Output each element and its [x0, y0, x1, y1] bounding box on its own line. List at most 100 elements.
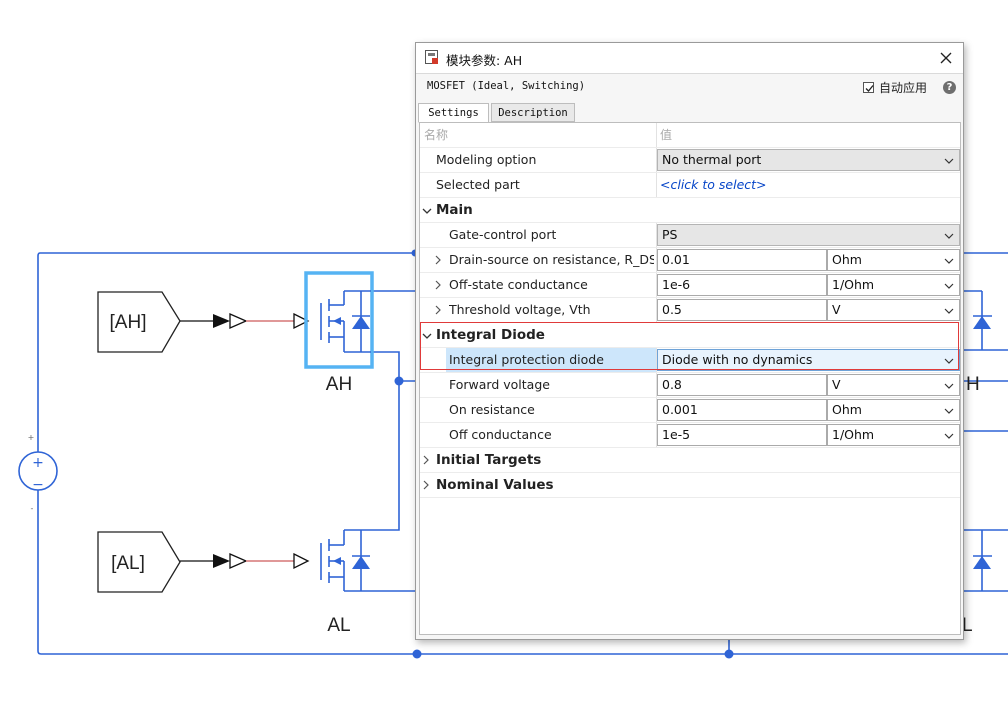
param-row-off-conductance: Off conductance 1e-5 1/Ohm — [420, 423, 960, 448]
threshold-voltage-unit-dropdown[interactable]: V — [827, 299, 960, 321]
off-conductance-input[interactable]: 1e-5 — [657, 424, 827, 446]
help-icon[interactable]: ? — [943, 81, 956, 94]
block-parameters-dialog: 模块参数: AH MOSFET (Ideal, Switching) 自动应用 … — [415, 42, 964, 640]
chevron-right-icon[interactable] — [422, 455, 431, 465]
param-row-gate-control-port: Gate-control port PS — [420, 223, 960, 248]
checkmark-icon — [865, 84, 874, 92]
chevron-down-icon — [944, 308, 954, 314]
off-conductance-unit-dropdown[interactable]: 1/Ohm — [827, 424, 960, 446]
goto-tag-al: [AL] — [111, 553, 145, 574]
param-row-on-resistance: On resistance 0.001 Ohm — [420, 398, 960, 423]
gate-control-port-dropdown[interactable]: PS — [657, 224, 960, 246]
param-label: Gate-control port — [449, 227, 557, 242]
param-row-selected-part: Selected part <click to select> — [420, 173, 960, 198]
param-row-off-state-conductance: Off-state conductance 1e-6 1/Ohm — [420, 273, 960, 298]
param-label: Threshold voltage, Vth — [449, 302, 591, 317]
table-header: 名称 值 — [420, 123, 960, 148]
param-label: Modeling option — [436, 152, 537, 167]
chevron-down-icon — [944, 258, 954, 264]
section-main[interactable]: Main — [420, 198, 960, 223]
param-row-forward-voltage: Forward voltage 0.8 V — [420, 373, 960, 398]
param-label: Integral protection diode — [449, 352, 604, 367]
section-title-initial-targets: Initial Targets — [436, 452, 542, 468]
signal-line-ah[interactable] — [180, 312, 310, 330]
goto-block-al[interactable]: [AL] — [97, 531, 181, 593]
param-row-modeling-option: Modeling option No thermal port — [420, 148, 960, 173]
junction-dot — [412, 649, 422, 659]
chevron-down-icon — [944, 158, 954, 164]
junction-dot — [394, 376, 404, 386]
chevron-down-icon[interactable] — [422, 331, 432, 341]
auto-apply-toggle[interactable]: 自动应用 — [862, 79, 927, 95]
param-label: Off conductance — [449, 427, 552, 442]
block-type-label: MOSFET (Ideal, Switching) — [427, 80, 586, 92]
param-row-drain-source-resistance: Drain-source on resistance, R_DS... 0.01… — [420, 248, 960, 273]
on-resistance-unit-dropdown[interactable]: Ohm — [827, 399, 960, 421]
param-label: Drain-source on resistance, R_DS... — [449, 252, 654, 267]
forward-voltage-unit-dropdown[interactable]: V — [827, 374, 960, 396]
column-header-name: 名称 — [424, 128, 449, 142]
modeling-option-dropdown[interactable]: No thermal port — [657, 149, 960, 171]
mosfet-block-right-top[interactable] — [964, 291, 1008, 351]
chevron-down-icon[interactable] — [422, 206, 432, 216]
off-state-conductance-input[interactable]: 1e-6 — [657, 274, 827, 296]
dialog-subheader: MOSFET (Ideal, Switching) 自动应用 ? — [416, 74, 963, 100]
section-title-integral-diode: Integral Diode — [436, 327, 545, 343]
chevron-right-icon[interactable] — [434, 255, 443, 265]
threshold-voltage-input[interactable]: 0.5 — [657, 299, 827, 321]
mosfet-block-al[interactable] — [320, 529, 371, 592]
tab-settings[interactable]: Settings — [418, 103, 489, 123]
chevron-down-icon — [944, 233, 954, 239]
wire-mid-node[interactable] — [371, 381, 400, 531]
block-parameters-icon — [425, 50, 438, 64]
signal-line-al[interactable] — [180, 552, 310, 570]
forward-voltage-input[interactable]: 0.8 — [657, 374, 827, 396]
source-minus-sign: − — [32, 477, 44, 493]
on-resistance-input[interactable]: 0.001 — [657, 399, 827, 421]
close-icon[interactable] — [935, 47, 957, 69]
drain-source-resistance-input[interactable]: 0.01 — [657, 249, 827, 271]
wire-ah-source[interactable] — [371, 351, 415, 382]
section-title-nominal-values: Nominal Values — [436, 477, 554, 493]
mosfet-block-ah[interactable] — [304, 271, 374, 369]
junction-dot — [724, 649, 734, 659]
chevron-down-icon — [944, 383, 954, 389]
chevron-right-icon[interactable] — [434, 305, 443, 315]
block-label-ah: AH — [326, 374, 352, 395]
drain-source-resistance-unit-dropdown[interactable]: Ohm — [827, 249, 960, 271]
parameter-table: 名称 值 Modeling option No thermal port Sel… — [419, 122, 961, 635]
goto-tag-ah: [AH] — [110, 312, 147, 333]
column-header-value: 值 — [660, 128, 673, 142]
chevron-down-icon — [944, 433, 954, 439]
param-label: Forward voltage — [449, 377, 550, 392]
block-label-al: AL — [327, 615, 350, 636]
section-title-main: Main — [436, 202, 473, 218]
block-label-partial-h: H — [966, 374, 980, 395]
chevron-down-icon — [944, 358, 954, 364]
off-state-conductance-unit-dropdown[interactable]: 1/Ohm — [827, 274, 960, 296]
mosfet-block-right-bottom[interactable] — [964, 529, 1008, 591]
section-integral-diode[interactable]: Integral Diode — [420, 323, 960, 348]
chevron-down-icon — [944, 408, 954, 414]
source-top-mark: + — [28, 433, 35, 442]
source-plus-sign: + — [32, 455, 44, 471]
param-row-integral-protection-diode: Integral protection diode Diode with no … — [420, 348, 960, 373]
auto-apply-checkbox[interactable] — [862, 81, 874, 93]
section-nominal-values[interactable]: Nominal Values — [420, 473, 960, 498]
section-initial-targets[interactable]: Initial Targets — [420, 448, 960, 473]
chevron-right-icon[interactable] — [422, 480, 431, 490]
source-bottom-mark: - — [31, 504, 34, 513]
chevron-down-icon — [944, 283, 954, 289]
param-label: On resistance — [449, 402, 535, 417]
auto-apply-label: 自动应用 — [878, 80, 927, 95]
tab-description[interactable]: Description — [491, 103, 575, 122]
param-label: Selected part — [436, 177, 520, 192]
dialog-titlebar[interactable]: 模块参数: AH — [416, 43, 963, 74]
param-label: Off-state conductance — [449, 277, 588, 292]
integral-protection-diode-dropdown[interactable]: Diode with no dynamics — [657, 349, 960, 371]
goto-block-ah[interactable]: [AH] — [97, 291, 181, 353]
dialog-title: 模块参数: AH — [446, 53, 523, 68]
chevron-right-icon[interactable] — [434, 280, 443, 290]
select-part-link[interactable]: <click to select> — [660, 173, 767, 197]
param-row-threshold-voltage: Threshold voltage, Vth 0.5 V — [420, 298, 960, 323]
